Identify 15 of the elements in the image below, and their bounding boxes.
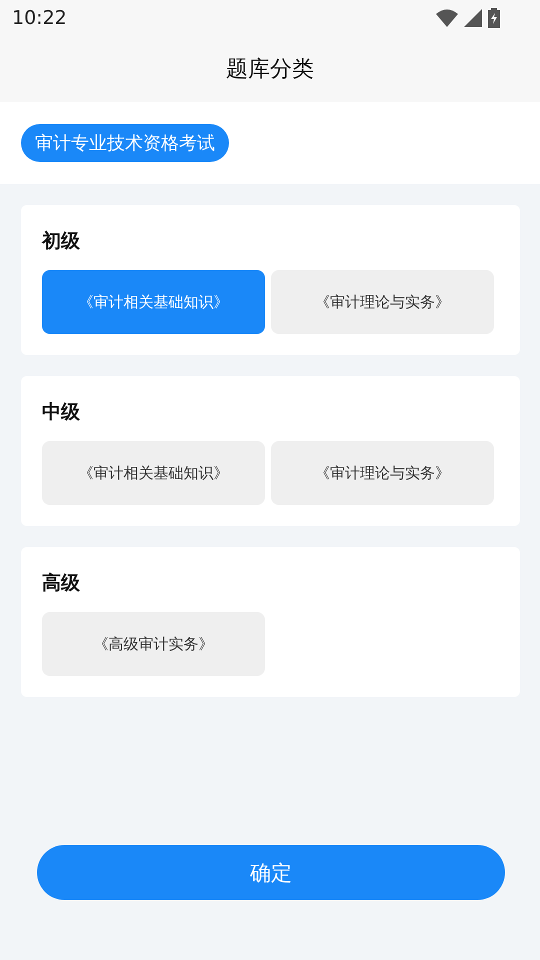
page-title: 题库分类 — [226, 56, 314, 84]
subject-option[interactable]: 《审计理论与实务》 — [271, 441, 494, 505]
level-title: 初级 — [42, 229, 81, 254]
confirm-button[interactable]: 确定 — [37, 845, 505, 900]
subject-option[interactable]: 《高级审计实务》 — [42, 612, 265, 676]
subject-option[interactable]: 《审计相关基础知识》 — [42, 270, 265, 334]
battery-icon — [488, 8, 500, 28]
subject-option[interactable]: 《审计理论与实务》 — [271, 270, 494, 334]
subject-option[interactable]: 《审计相关基础知识》 — [42, 441, 265, 505]
wifi-icon — [436, 9, 458, 27]
category-tab[interactable]: 审计专业技术资格考试 — [21, 124, 229, 162]
status-time: 10:22 — [12, 7, 67, 29]
level-title: 中级 — [42, 400, 81, 425]
signal-icon — [464, 9, 482, 27]
level-title: 高级 — [42, 571, 81, 596]
